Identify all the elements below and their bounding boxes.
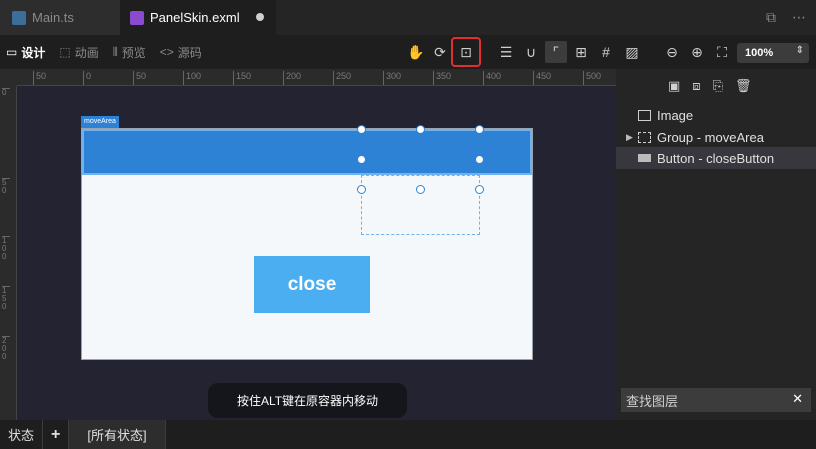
- layer-item[interactable]: Button - closeButton: [616, 147, 816, 169]
- ruler-tick: 300: [383, 71, 401, 85]
- unsaved-dot-icon[interactable]: [256, 13, 264, 21]
- zoom-in-icon[interactable]: ⊕: [686, 41, 708, 63]
- animation-icon: ⬚: [59, 45, 71, 59]
- ruler-tick: 150: [233, 71, 251, 85]
- group-icon[interactable]: ▣: [668, 78, 680, 94]
- mode-design[interactable]: ▭ 设计: [6, 44, 45, 61]
- zoom-out-icon[interactable]: ⊖: [661, 41, 683, 63]
- group-layer-icon: [638, 131, 651, 143]
- selection-box[interactable]: [361, 175, 480, 235]
- layer-item[interactable]: ▶ Group - moveArea: [616, 126, 816, 148]
- image-icon: [638, 109, 651, 121]
- move-area-tag: moveArea: [81, 116, 119, 128]
- zoom-select[interactable]: 100% ⇕: [737, 43, 809, 63]
- hash-grid-icon[interactable]: #: [595, 41, 617, 63]
- states-label: 状态: [8, 428, 35, 443]
- more-icon[interactable]: ⋯: [792, 9, 806, 26]
- align-corner-icon[interactable]: ⌜: [545, 41, 567, 63]
- ruler-tick: 50: [2, 178, 10, 195]
- design-toolbar: ▭ 设计 ⬚ 动画 ⫴ 预览 <> 源码 ✋ ⟳ ⊡ ☰ ∪ ⌜ ⊞ # ▨ ⊖…: [0, 35, 816, 69]
- horizontal-ruler[interactable]: 50 0 50 100 150 200 250 300 350 400 450 …: [17, 69, 616, 86]
- image-settings-icon[interactable]: ▨: [621, 41, 643, 63]
- panel-skin-preview[interactable]: close: [81, 125, 533, 360]
- refresh-icon[interactable]: ⟳: [429, 41, 451, 63]
- all-states-tab[interactable]: [所有状态]: [69, 420, 165, 449]
- preview-icon: ⫴: [112, 44, 118, 59]
- ruler-tick: 50: [33, 71, 46, 85]
- ruler-tick: 250: [333, 71, 351, 85]
- layer-item[interactable]: Image: [616, 104, 816, 126]
- hand-tool-icon[interactable]: ✋: [405, 41, 427, 63]
- resize-handle[interactable]: [475, 185, 484, 194]
- resize-handle[interactable]: [357, 155, 366, 164]
- design-icon: ▭: [6, 45, 18, 59]
- grid-icon[interactable]: ⊞: [570, 41, 592, 63]
- ruler-tick: 100: [183, 71, 201, 85]
- move-area-group[interactable]: [82, 129, 532, 175]
- resize-handle[interactable]: [416, 125, 425, 134]
- copy-icon[interactable]: ⎘: [713, 78, 723, 94]
- close-button[interactable]: close: [254, 256, 370, 313]
- ruler-tick: 0: [83, 71, 91, 85]
- add-state-button[interactable]: +: [43, 420, 68, 449]
- ruler-tick: 100: [2, 236, 10, 261]
- tab-panelskin-exml[interactable]: PanelSkin.exml: [120, 0, 276, 35]
- code-icon: <>: [159, 45, 174, 59]
- resize-handle[interactable]: [416, 185, 425, 194]
- resize-handle[interactable]: [475, 155, 484, 164]
- mode-source[interactable]: <> 源码: [160, 44, 202, 61]
- ruler-tick: 350: [433, 71, 451, 85]
- ruler-tick: 200: [283, 71, 301, 85]
- split-view-icon[interactable]: ⧉: [766, 9, 776, 26]
- mode-preview[interactable]: ⫴ 预览: [113, 44, 146, 61]
- database-icon[interactable]: ☰: [495, 41, 517, 63]
- trash-icon[interactable]: 🗑: [735, 78, 752, 94]
- ruler-tick: 500: [583, 71, 601, 85]
- ruler-tick: 150: [2, 286, 10, 311]
- editor-tab-bar: Main.ts PanelSkin.exml ⧉ ⋯: [0, 0, 816, 35]
- ruler-corner: [0, 69, 17, 86]
- ungroup-icon[interactable]: ⧈: [692, 78, 700, 94]
- stepper-icon: ⇕: [795, 45, 804, 56]
- ruler-tick: 400: [483, 71, 501, 85]
- resize-handle[interactable]: [475, 125, 484, 134]
- layer-search-input[interactable]: 查找图层 ✕: [621, 388, 811, 412]
- fit-screen-icon[interactable]: ⛶: [711, 41, 733, 63]
- mode-animation[interactable]: ⬚ 动画: [59, 44, 98, 61]
- exml-file-icon: [130, 10, 144, 25]
- ruler-tick: 450: [533, 71, 551, 85]
- magnet-icon[interactable]: ∪: [520, 41, 542, 63]
- tab-label: PanelSkin.exml: [150, 10, 240, 25]
- vertical-ruler[interactable]: 0 50 100 150 200: [0, 86, 17, 420]
- button-layer-icon: [638, 154, 651, 162]
- lock-move-icon[interactable]: ⊡: [451, 37, 481, 67]
- tab-label: Main.ts: [32, 10, 74, 25]
- clear-icon[interactable]: ✕: [792, 391, 803, 407]
- hint-toast: 按住ALT键在原容器内移动: [208, 383, 407, 418]
- typescript-file-icon: [12, 10, 26, 25]
- ruler-tick: 200: [2, 336, 10, 361]
- tab-main-ts[interactable]: Main.ts: [0, 0, 120, 35]
- resize-handle[interactable]: [357, 125, 366, 134]
- design-canvas[interactable]: moveArea close 按住ALT键在原容器内移动: [17, 86, 616, 420]
- ruler-tick: 0: [2, 88, 10, 97]
- resize-handle[interactable]: [357, 185, 366, 194]
- ruler-tick: 50: [133, 71, 146, 85]
- expand-caret-icon[interactable]: ▶: [626, 132, 638, 143]
- layers-panel: ▣ ⧈ ⎘ 🗑 Image ▶ Group - moveArea Button …: [616, 69, 816, 420]
- states-bar: 状态 + [所有状态]: [0, 420, 816, 449]
